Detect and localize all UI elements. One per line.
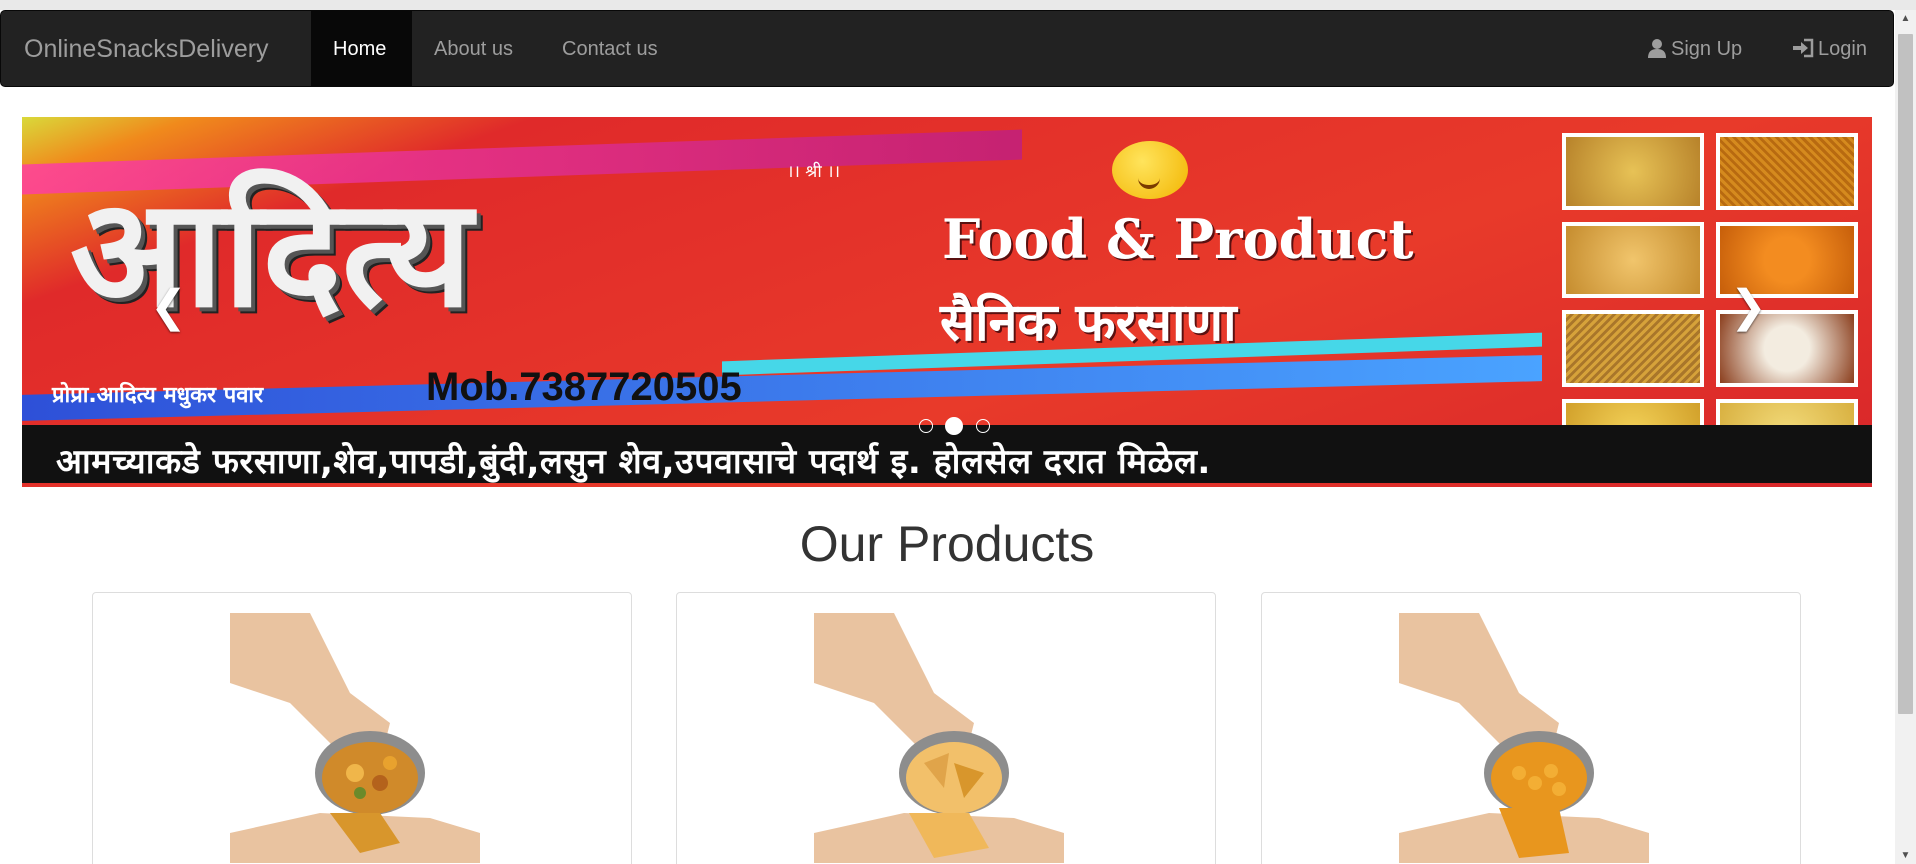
- chevron-right-icon[interactable]: ❯: [1730, 285, 1767, 329]
- product-card[interactable]: [676, 592, 1216, 864]
- banner-carousel[interactable]: ।। श्री ।। आदित्य Food & Product सैनिक फ…: [22, 117, 1872, 487]
- product-card[interactable]: [92, 592, 632, 864]
- nav-sign-up[interactable]: Sign Up: [1625, 11, 1764, 87]
- navbar: OnlineSnacksDelivery Home About us Conta…: [0, 10, 1894, 87]
- banner-logo-text: आदित्य: [70, 167, 473, 341]
- scroll-up-arrow-icon[interactable]: ▲: [1895, 10, 1916, 27]
- snack-thumbnail: [1562, 133, 1704, 210]
- banner-product-grid: [1562, 133, 1858, 475]
- product-image[interactable]: [1399, 613, 1649, 863]
- product-card[interactable]: [1261, 592, 1801, 864]
- banner-subtitle: सैनिक फरसाणा: [940, 293, 1237, 353]
- browser-top-strip: [0, 0, 1916, 10]
- banner-title: Food & Product: [942, 207, 1414, 271]
- nav-login[interactable]: Login: [1770, 11, 1889, 87]
- section-title: Our Products: [799, 516, 1095, 572]
- page-scrollbar[interactable]: ▲ ▼: [1895, 10, 1916, 864]
- smiley-icon: [1112, 141, 1188, 199]
- nav-about-us[interactable]: About us: [412, 11, 535, 87]
- scrollbar-thumb[interactable]: [1898, 34, 1913, 714]
- nav-contact-us[interactable]: Contact us: [540, 11, 680, 87]
- user-icon: [1648, 39, 1666, 58]
- chevron-left-icon[interactable]: ❮: [150, 285, 187, 329]
- carousel-indicators: [915, 417, 994, 435]
- snack-thumbnail: [1562, 310, 1704, 387]
- banner-ticker-text: आमच्याकडे फरसाणा,शेव,पापडी,बुंदी,लसुन शे…: [56, 442, 1211, 482]
- banner-proprietor: प्रोप्रा.आदित्य मधुकर पवार: [52, 383, 264, 408]
- snack-thumbnail: [1562, 221, 1704, 298]
- carousel-indicator[interactable]: [975, 419, 990, 433]
- carousel-indicator[interactable]: [945, 417, 964, 435]
- sign-up-label: Sign Up: [1671, 38, 1743, 60]
- login-label: Login: [1818, 38, 1867, 60]
- banner-shri: ।। श्री ।।: [787, 162, 841, 182]
- snack-thumbnail: [1716, 133, 1858, 210]
- navbar-brand[interactable]: OnlineSnacksDelivery: [24, 11, 269, 88]
- carousel-indicator[interactable]: [919, 419, 933, 433]
- product-image[interactable]: [814, 613, 1064, 863]
- nav-home[interactable]: Home: [311, 11, 412, 87]
- banner-mobile: Mob.7387720505: [426, 365, 742, 409]
- scroll-down-arrow-icon[interactable]: ▼: [1895, 847, 1916, 864]
- product-image[interactable]: [230, 613, 480, 863]
- login-icon: [1793, 38, 1814, 58]
